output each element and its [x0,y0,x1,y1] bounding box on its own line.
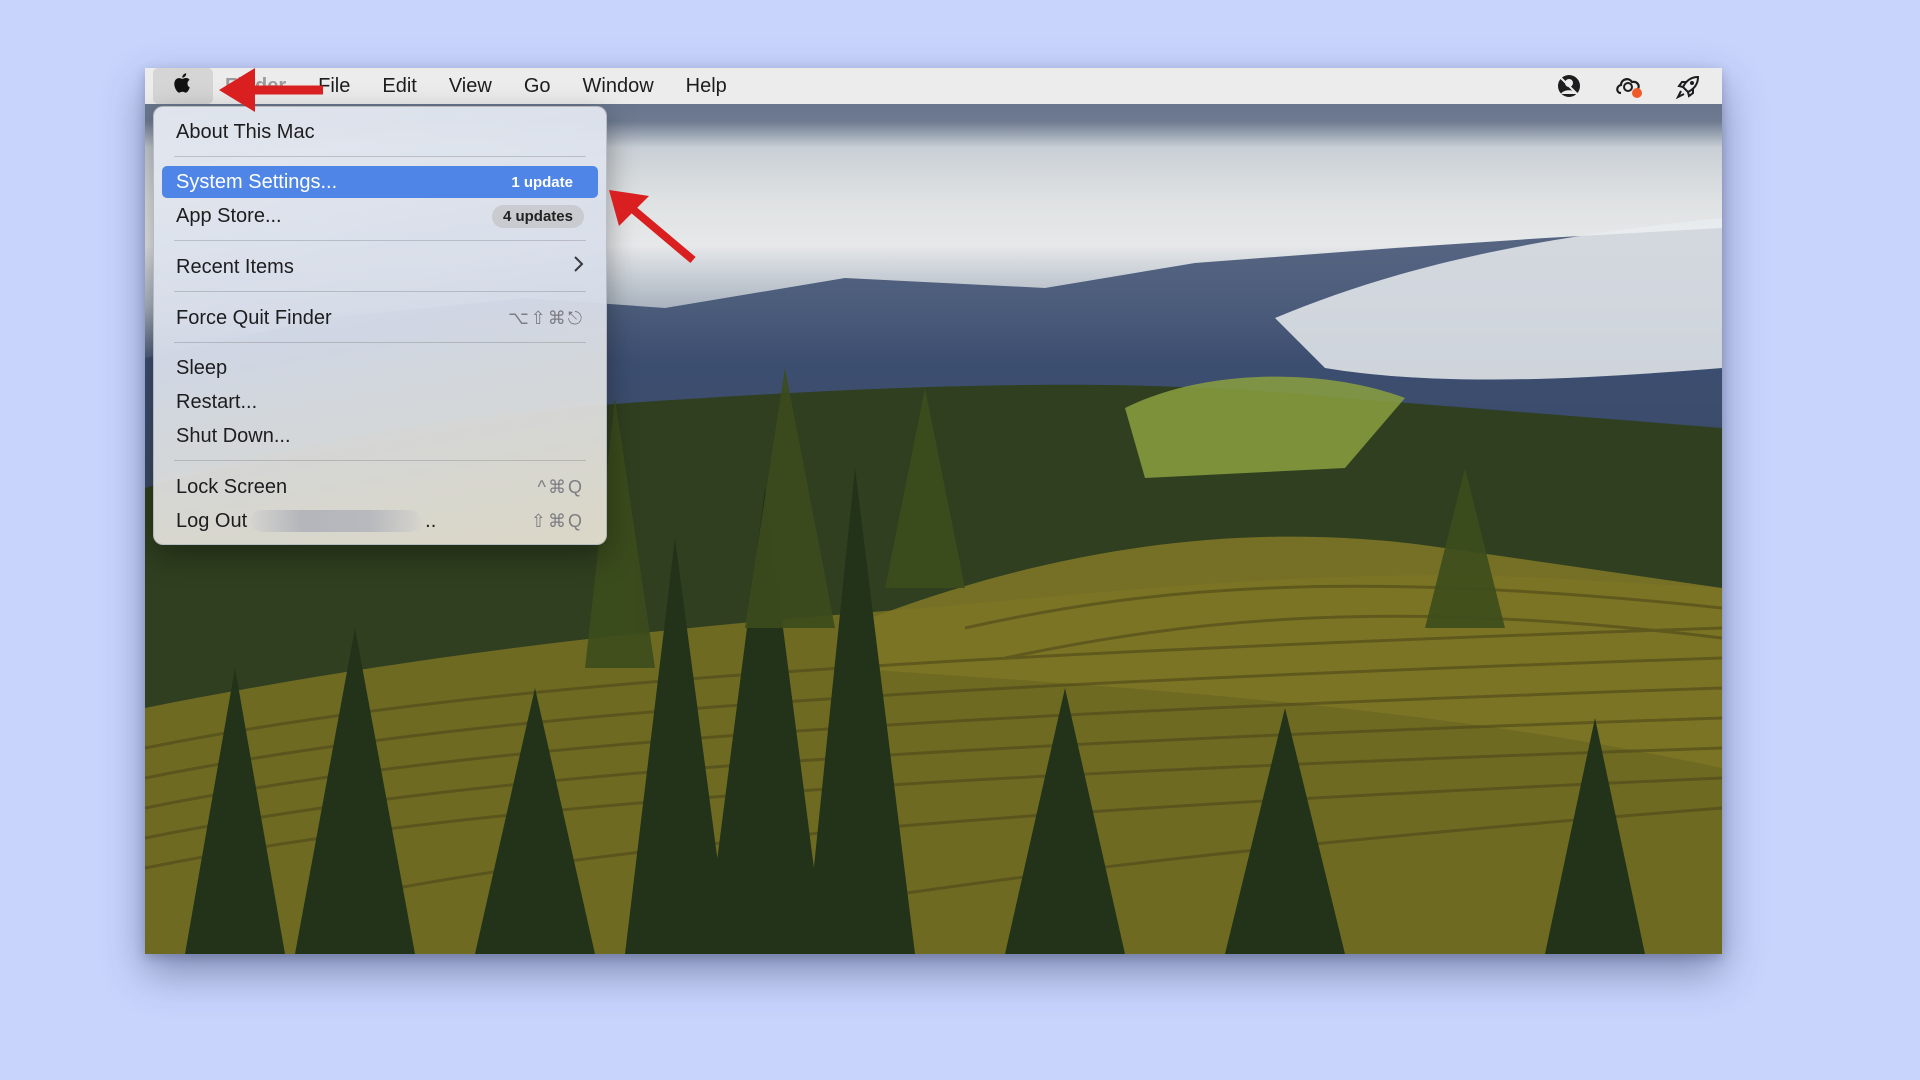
rocket-icon[interactable] [1674,71,1704,101]
menu-separator [174,291,586,292]
menu-item-log-out[interactable]: Log Out.. ⇧⌘Q [162,505,598,537]
apple-menu-dropdown: About This Mac System Settings... 1 upda… [153,106,607,545]
menu-help[interactable]: Help [686,75,727,98]
arrow-annotation-apple-menu [219,68,323,112]
menu-view[interactable]: View [449,75,492,98]
menu-window[interactable]: Window [583,75,654,98]
arrow-annotation-system-settings [609,190,696,264]
cloud-sync-icon[interactable] [1614,71,1644,101]
log-out-shortcut: ⇧⌘Q [530,510,584,531]
menu-go[interactable]: Go [524,75,551,98]
app-store-update-badge: 4 updates [491,204,584,228]
menu-bar: Finder File Edit View Go Window Help [145,68,1722,104]
status-icons [1554,68,1704,104]
chevron-right-icon [572,255,584,279]
system-settings-update-badge: 1 update [511,173,573,191]
menu-separator [174,460,586,461]
redacted-username [251,510,422,533]
log-out-label: Log Out [176,509,248,532]
menu-item-restart[interactable]: Restart... [162,386,598,418]
app-store-label: App Store... [176,204,282,227]
menu-item-force-quit[interactable]: Force Quit Finder ⌥⇧⌘⎋ [162,302,598,334]
menu-separator [174,156,586,157]
force-quit-shortcut: ⌥⇧⌘⎋ [507,307,584,328]
system-settings-label: System Settings... [176,170,338,193]
log-out-label-group: Log Out.. [176,510,531,533]
menu-item-sleep[interactable]: Sleep [162,352,598,384]
log-out-ellipsis: .. [425,509,437,532]
menu-separator [174,240,586,241]
menu-separator [174,342,586,343]
force-quit-label: Force Quit Finder [176,306,332,329]
menu-edit[interactable]: Edit [382,75,416,98]
apple-logo-icon [172,71,194,101]
menu-item-about-this-mac[interactable]: About This Mac [162,116,598,148]
about-this-mac-label: About This Mac [176,120,315,143]
menu-item-shut-down[interactable]: Shut Down... [162,420,598,452]
person-circle-icon[interactable] [1554,71,1584,101]
sleep-label: Sleep [176,356,228,379]
restart-label: Restart... [176,390,258,413]
menu-item-recent-items[interactable]: Recent Items [162,251,598,283]
menu-item-system-settings[interactable]: System Settings... 1 update [162,166,598,198]
lock-screen-label: Lock Screen [176,475,288,498]
shut-down-label: Shut Down... [176,424,291,447]
desktop-screen: Finder File Edit View Go Window Help Abo… [145,68,1722,954]
apple-menu-button[interactable] [153,68,213,104]
lock-screen-shortcut: ^⌘Q [537,476,584,497]
menu-item-app-store[interactable]: App Store... 4 updates [162,200,598,232]
recent-items-label: Recent Items [176,255,294,278]
menu-item-lock-screen[interactable]: Lock Screen ^⌘Q [162,471,598,503]
